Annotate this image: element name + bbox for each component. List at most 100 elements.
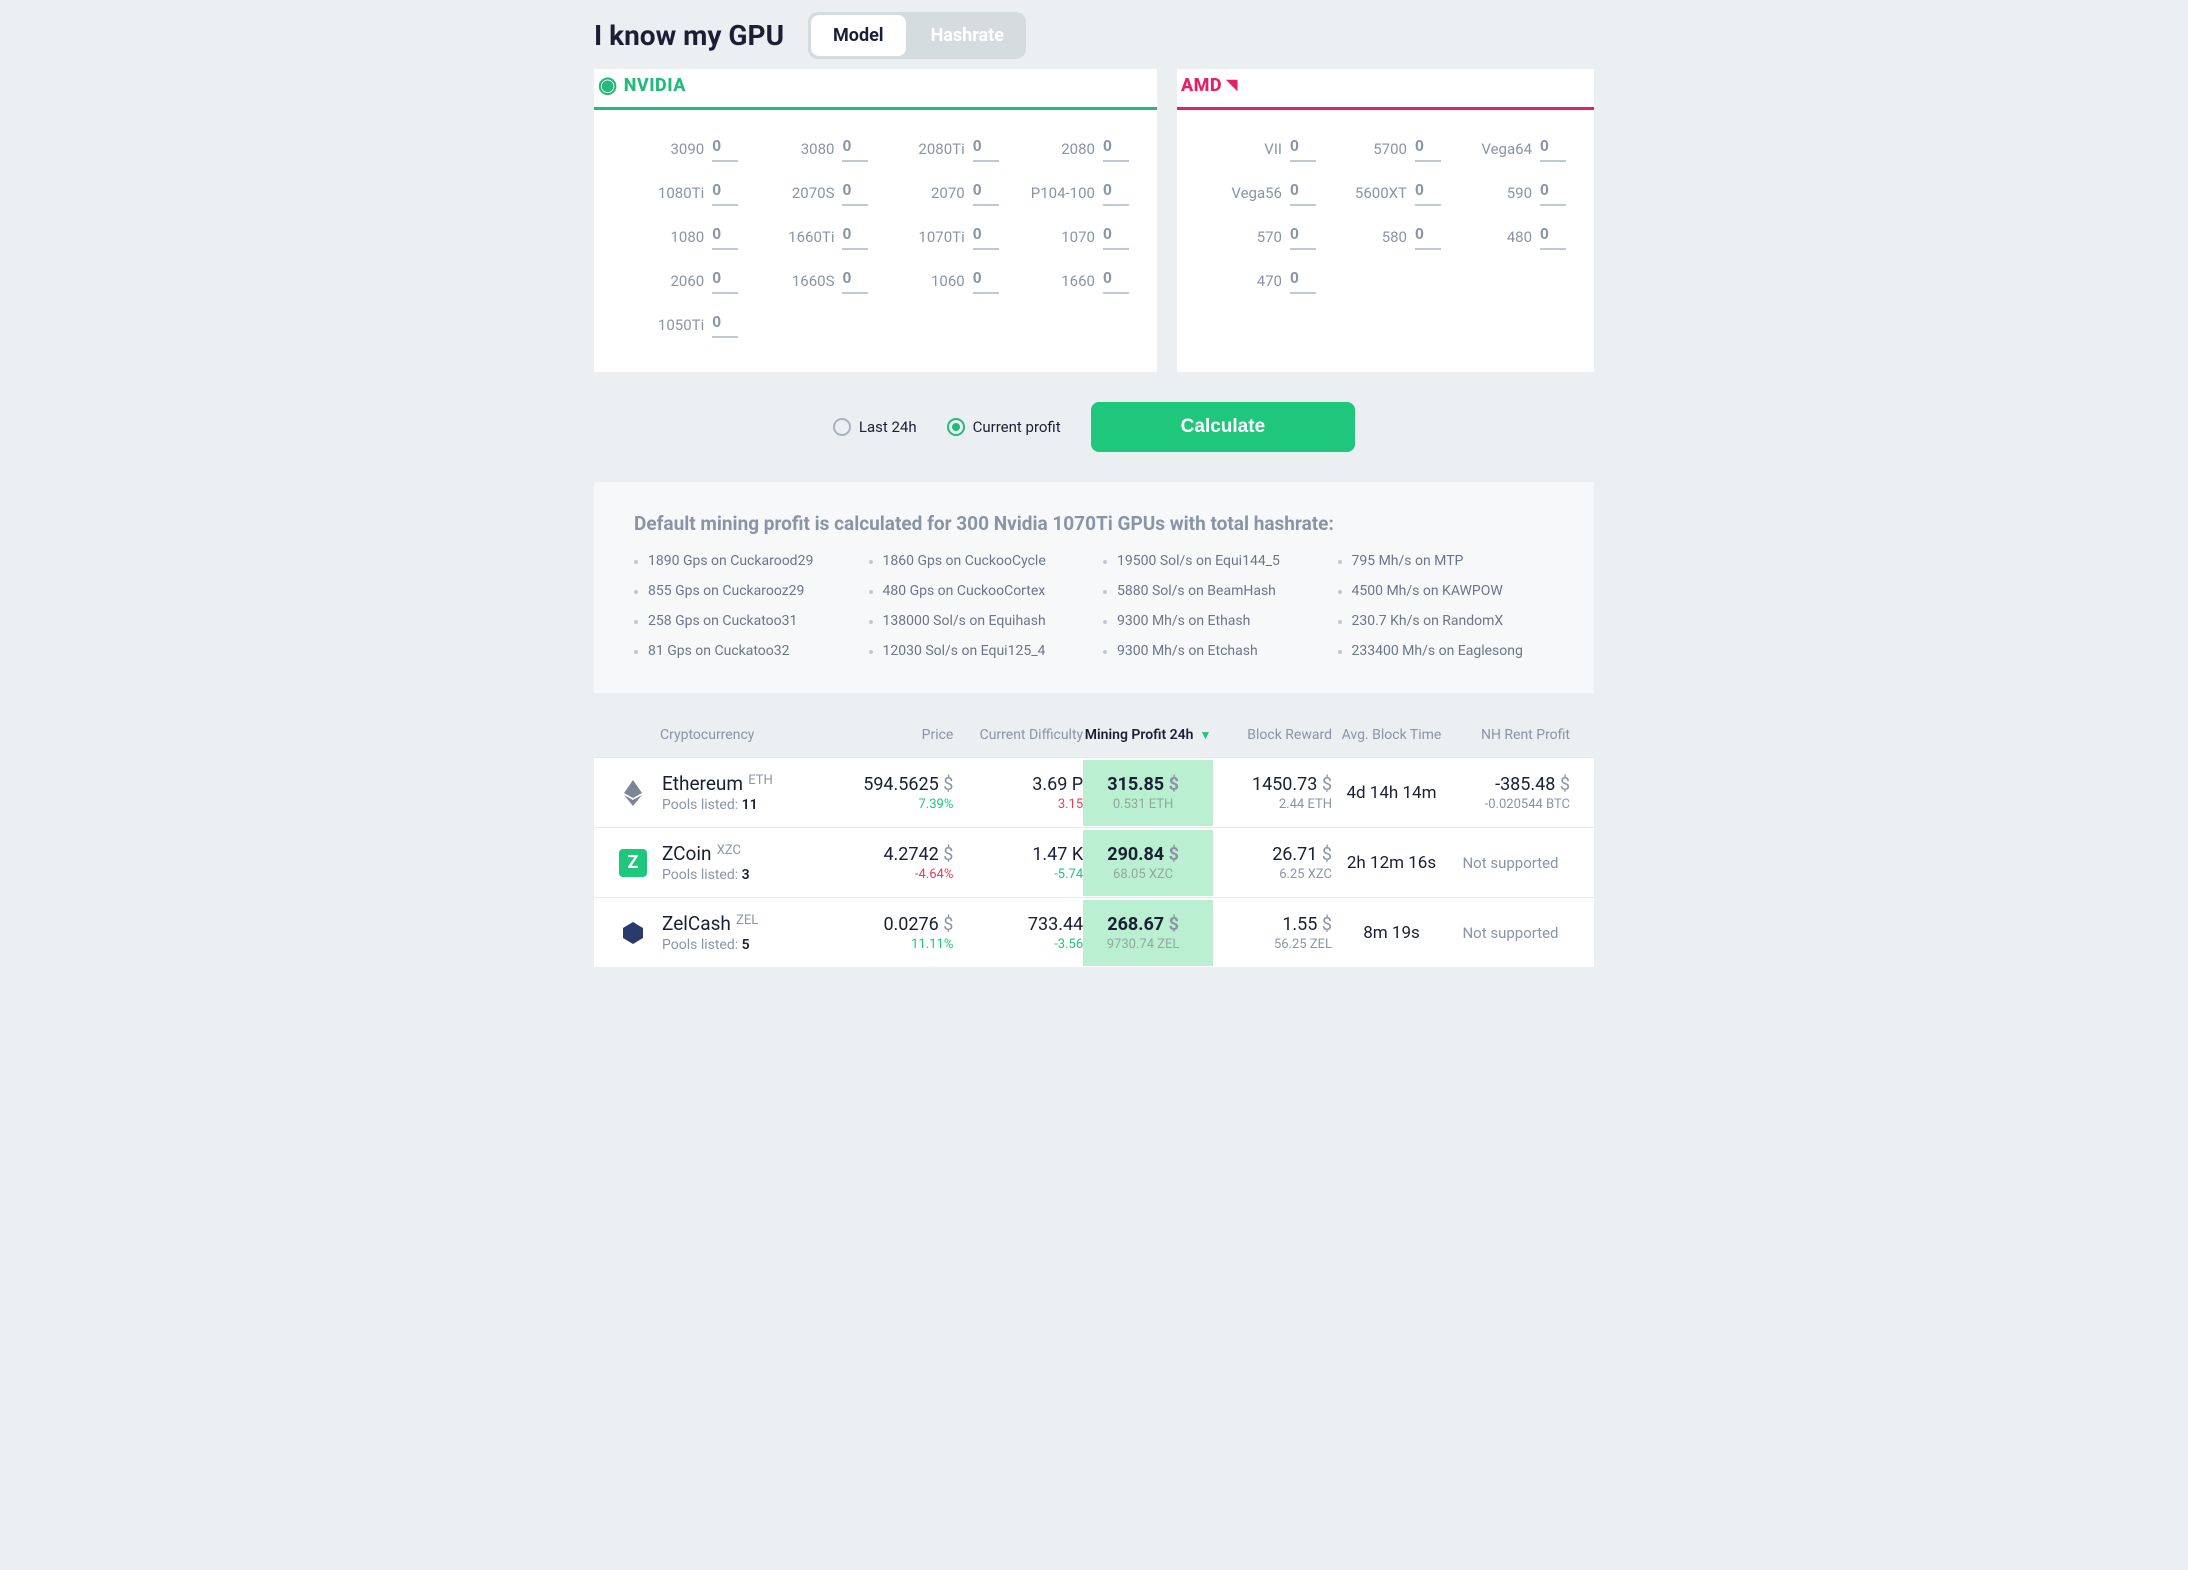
gpu-label: 5600XT (1355, 184, 1407, 202)
sort-desc-icon: ▼ (1200, 728, 1212, 742)
th-price[interactable]: Price (845, 727, 953, 743)
gpu-cell-1070ti: 1070Ti (882, 224, 998, 250)
gpu-qty-input-1070ti[interactable] (973, 224, 999, 250)
hashrate-item: 9300 Mh/s on Etchash (1103, 643, 1320, 659)
gpu-qty-input-1060[interactable] (973, 268, 999, 294)
mining-profit-cell: 315.85 $0.531 ETH (1083, 760, 1213, 826)
gpu-qty-input-2070[interactable] (973, 180, 999, 206)
price-cell: 594.5625 $7.39% (845, 774, 953, 812)
table-row[interactable]: ZelCash ZELPools listed: 50.0276 $11.11%… (594, 897, 1594, 967)
th-difficulty[interactable]: Current Difficulty (953, 727, 1083, 743)
gpu-label: 1660 (1061, 272, 1095, 290)
th-mining-profit[interactable]: Mining Profit 24h ▼ (1083, 727, 1213, 743)
gpu-cell-1660ti: 1660Ti (752, 224, 868, 250)
th-block-reward[interactable]: Block Reward (1213, 727, 1332, 743)
gpu-cell-1070: 1070 (1013, 224, 1129, 250)
rent-profit-cell: Not supported (1451, 923, 1570, 942)
gpu-cell-2070: 2070 (882, 180, 998, 206)
gpu-label: Vega56 (1231, 184, 1282, 202)
gpu-cell-1050ti: 1050Ti (622, 312, 738, 338)
gpu-qty-input-2080[interactable] (1103, 136, 1129, 162)
hashrate-item: 138000 Sol/s on Equihash (869, 613, 1086, 629)
gpu-qty-input-590[interactable] (1540, 180, 1566, 206)
gpu-cell-vega56: Vega56 (1205, 180, 1316, 206)
hashrate-item: 795 Mh/s on MTP (1338, 553, 1555, 569)
mode-toggle: Model Hashrate (808, 12, 1026, 59)
radio-current-profit[interactable]: Current profit (947, 418, 1061, 436)
gpu-label: 2080Ti (918, 140, 964, 158)
hashrate-item: 4500 Mh/s on KAWPOW (1338, 583, 1555, 599)
gpu-label: Vega64 (1481, 140, 1532, 158)
nvidia-panel: ◉ NVIDIA 309030802080Ti20801080Ti2070S20… (594, 69, 1157, 372)
gpu-label: 2060 (671, 272, 705, 290)
gpu-qty-input-p104-100[interactable] (1103, 180, 1129, 206)
gpu-cell-p104-100: P104-100 (1013, 180, 1129, 206)
mining-profit-cell: 268.67 $9730.74 ZEL (1083, 900, 1213, 966)
gpu-qty-input-1050ti[interactable] (712, 312, 738, 338)
block-time-cell: 8m 19s (1332, 923, 1451, 943)
gpu-cell-1660: 1660 (1013, 268, 1129, 294)
table-row[interactable]: ZZCoin XZCPools listed: 34.2742 $-4.64%1… (594, 827, 1594, 897)
hashrate-item: 230.7 Kh/s on RandomX (1338, 613, 1555, 629)
gpu-qty-input-480[interactable] (1540, 224, 1566, 250)
gpu-qty-input-2070s[interactable] (842, 180, 868, 206)
gpu-cell-480: 480 (1455, 224, 1566, 250)
gpu-cell-3080: 3080 (752, 136, 868, 162)
toggle-model-option[interactable]: Model (811, 15, 906, 56)
calculate-button[interactable]: Calculate (1091, 402, 1355, 452)
th-cryptocurrency[interactable]: Cryptocurrency (618, 727, 845, 743)
hashrate-item: 855 Gps on Cuckarooz29 (634, 583, 851, 599)
hashrate-item: 1890 Gps on Cuckarood29 (634, 553, 851, 569)
gpu-qty-input-470[interactable] (1290, 268, 1316, 294)
gpu-qty-input-vega64[interactable] (1540, 136, 1566, 162)
gpu-label: 2070S (792, 184, 835, 202)
gpu-label: 570 (1257, 228, 1282, 246)
gpu-qty-input-3090[interactable] (712, 136, 738, 162)
pools-listed: Pools listed: 5 (662, 937, 758, 953)
gpu-qty-input-1660[interactable] (1103, 268, 1129, 294)
gpu-qty-input-vii[interactable] (1290, 136, 1316, 162)
crypto-name: ZCoin (662, 842, 711, 865)
block-reward-cell: 1.55 $56.25 ZEL (1213, 914, 1332, 952)
gpu-label: 2070 (931, 184, 965, 202)
difficulty-cell: 1.47 K-5.74 (953, 844, 1083, 882)
gpu-qty-input-580[interactable] (1415, 224, 1441, 250)
gpu-qty-input-1660ti[interactable] (842, 224, 868, 250)
gpu-qty-input-1660s[interactable] (842, 268, 868, 294)
amd-panel: AMD VII5700Vega64Vega565600XT59057058048… (1177, 69, 1594, 372)
block-time-cell: 2h 12m 16s (1332, 853, 1451, 873)
default-profit-heading: Default mining profit is calculated for … (634, 512, 1554, 535)
crypto-name: ZelCash (662, 912, 731, 935)
gpu-qty-input-5700[interactable] (1415, 136, 1441, 162)
gpu-cell-2060: 2060 (622, 268, 738, 294)
gpu-qty-input-2080ti[interactable] (973, 136, 999, 162)
difficulty-cell: 733.44-3.56 (953, 914, 1083, 952)
hashrate-item: 233400 Mh/s on Eaglesong (1338, 643, 1555, 659)
hashrate-item: 480 Gps on CuckooCortex (869, 583, 1086, 599)
gpu-qty-input-1070[interactable] (1103, 224, 1129, 250)
gpu-qty-input-1080ti[interactable] (712, 180, 738, 206)
gpu-qty-input-3080[interactable] (842, 136, 868, 162)
gpu-qty-input-570[interactable] (1290, 224, 1316, 250)
gpu-qty-input-1080[interactable] (712, 224, 738, 250)
table-row[interactable]: Ethereum ETHPools listed: 11594.5625 $7.… (594, 757, 1594, 827)
hashrate-item: 81 Gps on Cuckatoo32 (634, 643, 851, 659)
hashrate-item: 9300 Mh/s on Ethash (1103, 613, 1320, 629)
hashrate-item: 12030 Sol/s on Equi125_4 (869, 643, 1086, 659)
rent-profit-cell: Not supported (1451, 853, 1570, 872)
radio-last-24h[interactable]: Last 24h (833, 418, 917, 436)
toggle-hashrate-option[interactable]: Hashrate (909, 12, 1026, 59)
th-block-time[interactable]: Avg. Block Time (1332, 727, 1451, 743)
gpu-qty-input-vega56[interactable] (1290, 180, 1316, 206)
gpu-label: VII (1264, 140, 1282, 158)
gpu-label: 1660S (792, 272, 835, 290)
gpu-qty-input-5600xt[interactable] (1415, 180, 1441, 206)
gpu-qty-input-2060[interactable] (712, 268, 738, 294)
th-rent-profit[interactable]: NH Rent Profit (1451, 727, 1570, 743)
gpu-cell-3090: 3090 (622, 136, 738, 162)
block-time-cell: 4d 14h 14m (1332, 783, 1451, 803)
gpu-label: 1660Ti (788, 228, 834, 246)
gpu-label: 5700 (1373, 140, 1407, 158)
amd-arrow-icon (1226, 75, 1237, 96)
mining-profit-cell: 290.84 $68.05 XZC (1083, 830, 1213, 896)
